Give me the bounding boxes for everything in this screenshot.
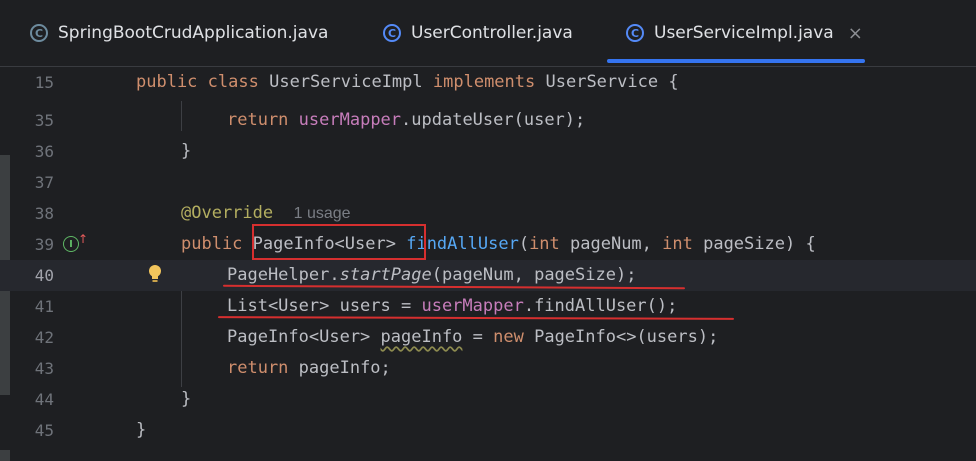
usage-hint: 1 usage bbox=[293, 205, 351, 222]
line-number: 37 bbox=[34, 173, 54, 192]
line-number: 42 bbox=[34, 328, 54, 347]
scroll-marker bbox=[0, 450, 10, 461]
active-tab-indicator bbox=[607, 59, 865, 63]
class-icon: C bbox=[626, 24, 644, 42]
code-text: return userMapper.updateUser(user); bbox=[227, 110, 586, 130]
code-text: } bbox=[136, 420, 147, 440]
close-icon[interactable]: × bbox=[848, 23, 863, 44]
line-number: 44 bbox=[34, 390, 54, 409]
line-number: 43 bbox=[34, 359, 54, 378]
code-line[interactable]: 39 I ↑ public PageInfo<User> findAllUser… bbox=[0, 229, 976, 260]
line-number: 36 bbox=[34, 142, 54, 161]
code-line[interactable]: 42 PageInfo<User> pageInfo = new PageInf… bbox=[0, 322, 976, 353]
tab-label: SpringBootCrudApplication.java bbox=[58, 23, 329, 43]
code-text: PageInfo<User> pageInfo = new PageInfo<>… bbox=[227, 327, 719, 347]
tab-label: UserServiceImpl.java bbox=[654, 23, 834, 43]
editor-tab-bar: C SpringBootCrudApplication.java C UserC… bbox=[0, 0, 976, 67]
tab-userserviceimpl[interactable]: C UserServiceImpl.java × bbox=[626, 0, 863, 66]
tab-usercontroller[interactable]: C UserController.java bbox=[383, 0, 573, 66]
go-to-interface-arrow-icon[interactable]: ↑ bbox=[78, 232, 88, 246]
code-text: @Override 1 usage bbox=[181, 203, 351, 223]
code-text: return pageInfo; bbox=[227, 358, 391, 378]
code-text: public class UserServiceImpl implements … bbox=[136, 72, 679, 92]
code-line[interactable]: 15 public class UserServiceImpl implemen… bbox=[0, 67, 976, 98]
code-text: } bbox=[181, 389, 192, 409]
code-text: } bbox=[181, 141, 192, 161]
line-number: 41 bbox=[34, 297, 54, 316]
highlight-box bbox=[252, 224, 426, 260]
line-number: 35 bbox=[34, 111, 54, 130]
implements-method-icon[interactable]: I bbox=[63, 236, 79, 252]
spring-boot-class-icon: C bbox=[30, 24, 48, 42]
lightbulb-icon[interactable] bbox=[148, 264, 162, 284]
class-icon: C bbox=[383, 24, 401, 42]
code-line[interactable]: 37 bbox=[0, 167, 976, 198]
code-line[interactable]: 45 } bbox=[0, 415, 976, 446]
line-number: 39 bbox=[34, 235, 54, 254]
line-number: 15 bbox=[34, 73, 54, 92]
code-line[interactable]: 38 @Override 1 usage bbox=[0, 198, 976, 229]
tab-springbootcrudapplication[interactable]: C SpringBootCrudApplication.java bbox=[30, 0, 328, 66]
line-number: 45 bbox=[34, 421, 54, 440]
code-line[interactable]: 44 } bbox=[0, 384, 976, 415]
tab-label: UserController.java bbox=[411, 23, 573, 43]
line-number: 40 bbox=[34, 266, 54, 285]
code-line[interactable]: 36 } bbox=[0, 136, 976, 167]
line-number: 38 bbox=[34, 204, 54, 223]
code-line[interactable]: 35 return userMapper.updateUser(user); bbox=[0, 105, 976, 136]
code-text: PageHelper.startPage(pageNum, pageSize); bbox=[227, 265, 637, 285]
code-line[interactable]: 43 return pageInfo; bbox=[0, 353, 976, 384]
code-text: List<User> users = userMapper.findAllUse… bbox=[227, 296, 678, 316]
code-editor[interactable]: 15 public class UserServiceImpl implemen… bbox=[0, 67, 976, 461]
